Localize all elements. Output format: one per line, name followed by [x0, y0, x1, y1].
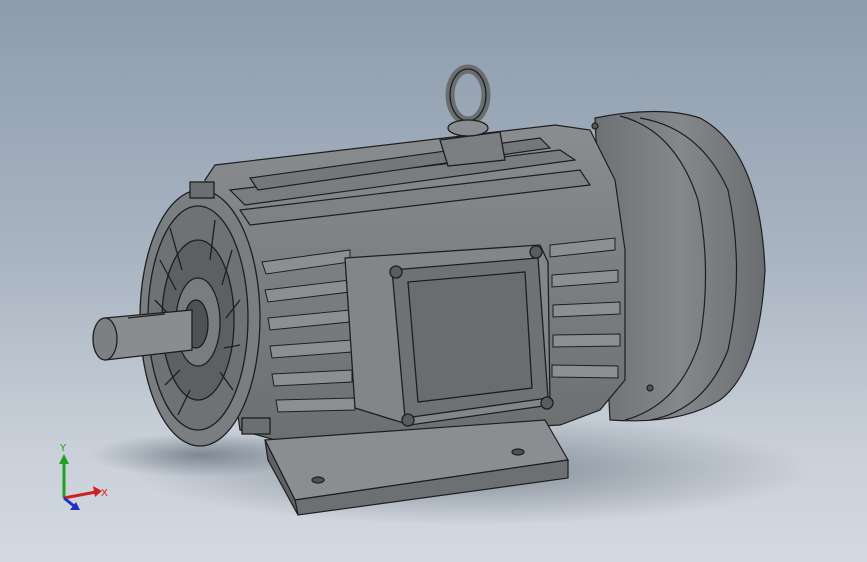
terminal-box [344, 244, 554, 427]
x-axis-arrow [63, 490, 97, 500]
lifting-eyebolt [439, 64, 506, 167]
orientation-triad[interactable]: Y X [40, 440, 120, 520]
motor-model[interactable] [0, 0, 867, 562]
graphics-viewport[interactable]: Y X [0, 0, 867, 562]
x-axis-label: X [101, 488, 108, 499]
y-axis-label: Y [59, 443, 67, 454]
z-axis-arrow [63, 496, 75, 508]
y-axis-arrowhead [59, 454, 69, 464]
